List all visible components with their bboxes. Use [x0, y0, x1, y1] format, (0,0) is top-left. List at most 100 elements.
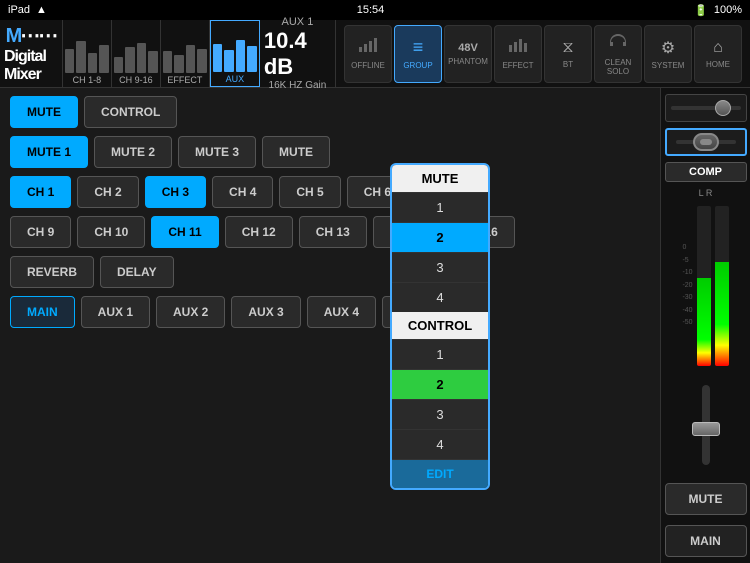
comp-label: COMP [665, 162, 747, 182]
ch1-btn[interactable]: CH 1 [10, 176, 71, 208]
mute-button[interactable]: MUTE [10, 96, 78, 128]
clean-solo-label: CLEAN SOLO [595, 58, 641, 76]
effect-icon [508, 37, 528, 58]
vu-meter-right [715, 206, 729, 366]
status-right: 🔋 100% [694, 4, 742, 17]
battery-icon: 🔋 [694, 4, 708, 17]
display-area: AUX 1 10.4 dB 16K HZ Gain [260, 20, 336, 87]
aux-row: MAIN AUX 1 AUX 2 AUX 3 AUX 4 AUX 5 [10, 296, 650, 328]
toolbar-icons: OFFLINE ≡ GROUP 48V PHANTOM EFFECT ⧖ BT … [336, 20, 750, 87]
aux3-btn[interactable]: AUX 3 [231, 296, 300, 328]
channel-thumb-aux[interactable]: AUX [210, 20, 260, 87]
mute-group-3[interactable]: MUTE 3 [178, 136, 256, 168]
thumb-label-ch9-16: CH 9-16 [119, 75, 153, 85]
thumb-label-effect: EFFECT [167, 75, 202, 85]
dd-mute-3[interactable]: 3 [392, 252, 488, 282]
channel-row-2: CH 9 CH 10 CH 11 CH 12 CH 13 CH 14 CH 16 [10, 216, 650, 248]
main-fader-track[interactable] [702, 385, 710, 465]
toolbar-btn-offline[interactable]: OFFLINE [344, 25, 392, 83]
main-btn-left[interactable]: MAIN [10, 296, 75, 328]
thumb-label-ch1-8: CH 1-8 [73, 75, 102, 85]
dd-control-2[interactable]: 2 [392, 369, 488, 399]
logo-brand: Digital Mixer [4, 48, 58, 84]
bt-icon: ⧖ [562, 39, 573, 57]
channel-thumb-ch9-16[interactable]: CH 9-16 [112, 20, 161, 87]
control-button[interactable]: CONTROL [84, 96, 177, 128]
mute-group-1[interactable]: MUTE 1 [10, 136, 88, 168]
dd-control-3[interactable]: 3 [392, 399, 488, 429]
offline-label: OFFLINE [351, 61, 385, 70]
mute-group-4[interactable]: MUTE [262, 136, 330, 168]
dd-control-4[interactable]: 4 [392, 429, 488, 459]
thumb-bars-ch9-16 [114, 33, 158, 73]
time-display: 15:54 [357, 4, 385, 16]
effect-label: EFFECT [502, 61, 533, 70]
ch12-btn[interactable]: CH 12 [225, 216, 293, 248]
dd-mute-header: MUTE [392, 165, 488, 192]
battery-text: 100% [714, 4, 742, 16]
ch5-btn[interactable]: CH 5 [279, 176, 340, 208]
right-panel: COMP L R 0-5-10-20-30-40-50 MUTE MAIN [660, 88, 750, 563]
right-mute-btn[interactable]: MUTE [665, 483, 747, 515]
left-panel: MUTE CONTROL MUTE 1 MUTE 2 MUTE 3 MUTE C… [0, 88, 660, 563]
logo-area: M⋯⋯ Digital Mixer [0, 20, 63, 87]
phantom-label: PHANTOM [448, 57, 488, 66]
mute-group-2[interactable]: MUTE 2 [94, 136, 172, 168]
group-icon: ≡ [413, 37, 424, 58]
headphone-icon [608, 32, 628, 55]
main-fader-container [702, 372, 710, 477]
home-label: HOME [706, 60, 730, 69]
ch11-btn[interactable]: CH 11 [151, 216, 218, 248]
right-main-btn[interactable]: MAIN [665, 525, 747, 557]
main-fader-thumb [692, 422, 720, 436]
delay-btn[interactable]: DELAY [100, 256, 174, 288]
dd-edit-btn[interactable]: EDIT [392, 459, 488, 488]
thumb-label-aux: AUX [226, 74, 245, 84]
toolbar-btn-system[interactable]: ⚙ SYSTEM [644, 25, 692, 83]
dd-mute-1[interactable]: 1 [392, 192, 488, 222]
offline-icon [358, 37, 378, 58]
aux4-btn[interactable]: AUX 4 [307, 296, 376, 328]
toolbar-btn-group[interactable]: ≡ GROUP [394, 25, 442, 83]
ch13-btn[interactable]: CH 13 [299, 216, 367, 248]
aux2-btn[interactable]: AUX 2 [156, 296, 225, 328]
bt-label: BT [563, 60, 573, 69]
channel-row-1: CH 1 CH 2 CH 3 CH 4 CH 5 CH 6 CH 8 [10, 176, 650, 208]
main-content: MUTE CONTROL MUTE 1 MUTE 2 MUTE 3 MUTE C… [0, 88, 750, 563]
channel-thumb-ch1-8[interactable]: CH 1-8 [63, 20, 112, 87]
toolbar-btn-home[interactable]: ⌂ HOME [694, 25, 742, 83]
dropdown-overlay: MUTE 1 2 3 4 CONTROL 1 2 3 4 EDIT [390, 163, 490, 490]
dd-mute-2[interactable]: 2 [392, 222, 488, 252]
ch3-btn[interactable]: CH 3 [145, 176, 206, 208]
system-label: SYSTEM [652, 61, 685, 70]
comp-slider-top[interactable] [665, 94, 747, 122]
comp-thumb-slider[interactable] [665, 128, 747, 156]
ch2-btn[interactable]: CH 2 [77, 176, 138, 208]
toolbar-btn-clean-solo[interactable]: CLEAN SOLO [594, 25, 642, 83]
toolbar-btn-phantom[interactable]: 48V PHANTOM [444, 25, 492, 83]
status-bar: iPad ▲ 15:54 🔋 100% [0, 0, 750, 20]
reverb-btn[interactable]: REVERB [10, 256, 94, 288]
toolbar: M⋯⋯ Digital Mixer CH 1-8 CH 9-16 EFFECT [0, 20, 750, 88]
toolbar-btn-effect[interactable]: EFFECT [494, 25, 542, 83]
thumb-bars-aux [213, 32, 257, 72]
aux1-btn[interactable]: AUX 1 [81, 296, 150, 328]
mute-groups-row: MUTE 1 MUTE 2 MUTE 3 MUTE [10, 136, 650, 168]
ch9-btn[interactable]: CH 9 [10, 216, 71, 248]
vu-meter-left [697, 206, 711, 366]
dd-control-header: CONTROL [392, 312, 488, 339]
dd-mute-4[interactable]: 4 [392, 282, 488, 312]
vu-label: L R [699, 188, 713, 198]
effects-row: REVERB DELAY [10, 256, 650, 288]
top-row: MUTE CONTROL [10, 96, 650, 128]
ch4-btn[interactable]: CH 4 [212, 176, 273, 208]
ch10-btn[interactable]: CH 10 [77, 216, 145, 248]
display-channel: AUX 1 [282, 16, 314, 28]
thumb-bars-ch1-8 [65, 33, 109, 73]
home-icon: ⌂ [713, 39, 723, 57]
dd-control-1[interactable]: 1 [392, 339, 488, 369]
vu-meters: 0-5-10-20-30-40-50 [682, 206, 728, 366]
gear-icon: ⚙ [661, 38, 675, 58]
toolbar-btn-bt[interactable]: ⧖ BT [544, 25, 592, 83]
channel-thumb-effect[interactable]: EFFECT [161, 20, 210, 87]
